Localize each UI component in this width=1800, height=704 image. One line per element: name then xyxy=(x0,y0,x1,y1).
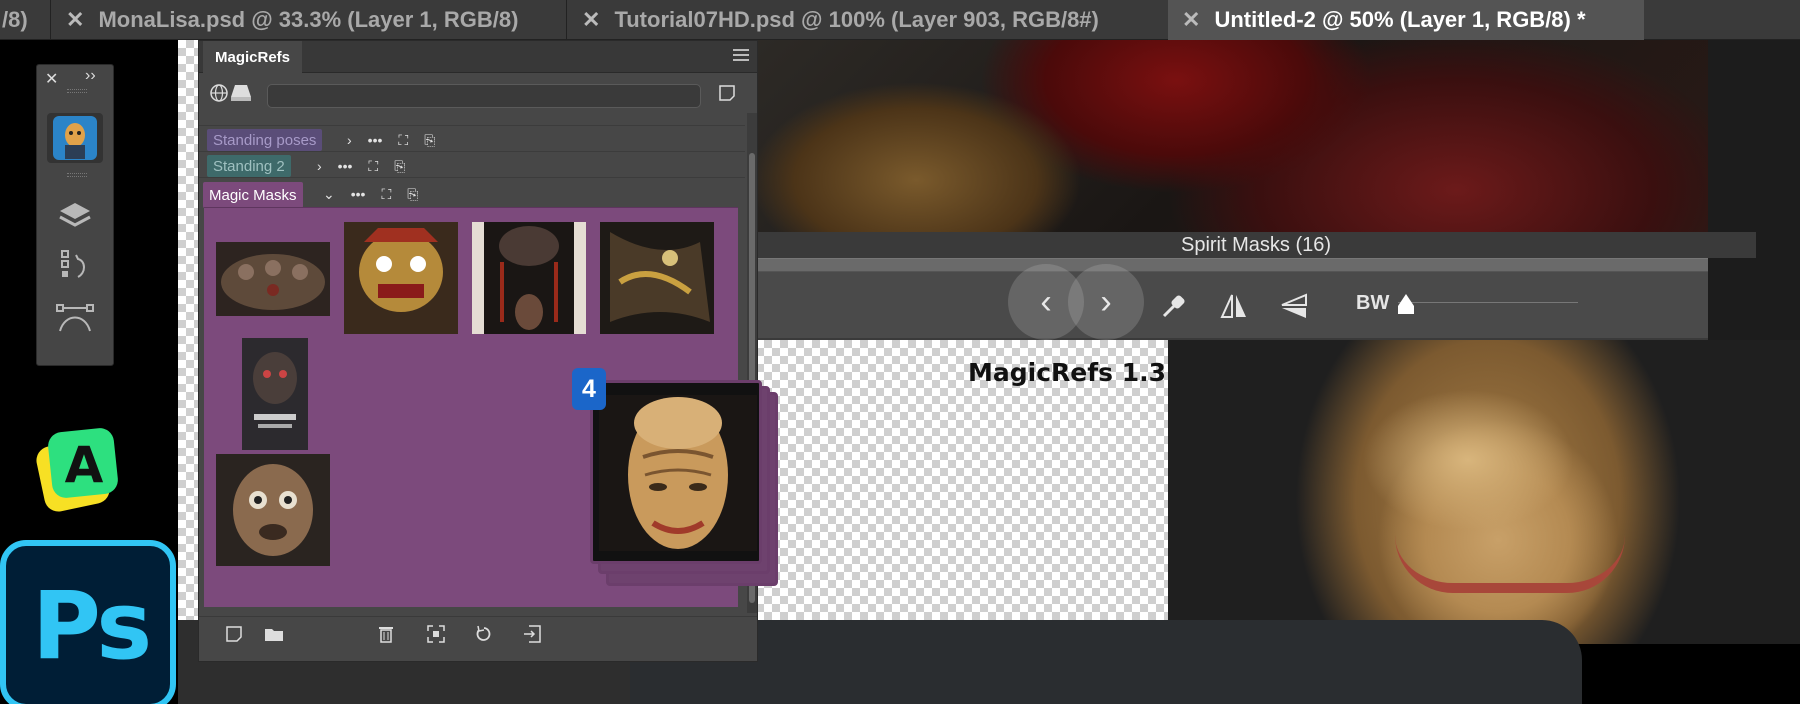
tab-label: /8) xyxy=(2,7,28,32)
drag-grip[interactable] xyxy=(67,173,87,177)
globe-icon[interactable] xyxy=(209,83,229,103)
chevron-left-icon: ‹ xyxy=(1040,282,1052,321)
collection-controls: ⌄ ••• ⛶ ⎘ xyxy=(323,184,418,204)
import-icon[interactable] xyxy=(521,624,543,644)
reference-image-top xyxy=(756,40,1708,236)
export-icon[interactable]: ⎘ xyxy=(394,158,405,175)
collection-controls: › ••• ⛶ ⎘ xyxy=(317,156,405,176)
tab-label: Tutorial07HD.psd @ 100% (Layer 903, RGB/… xyxy=(614,7,1099,32)
viewer-toolbar: ‹ › BW xyxy=(756,264,1708,340)
panel-footer-toolbar xyxy=(199,616,757,650)
close-icon[interactable]: ✕ xyxy=(582,7,600,33)
expand-icon[interactable]: ⛶ xyxy=(381,186,391,203)
layers-icon[interactable] xyxy=(47,191,103,241)
folder-icon[interactable] xyxy=(263,624,285,644)
drag-preview-stack xyxy=(590,380,790,586)
drag-grip[interactable] xyxy=(67,89,87,93)
collection-name[interactable]: Standing 2 xyxy=(207,155,291,177)
search-input[interactable] xyxy=(267,84,701,108)
collection-row-standing-poses[interactable]: Standing poses › ••• ⛶ ⎘ xyxy=(199,125,745,151)
bottom-dock-bar xyxy=(630,620,1582,704)
tab-monalisa[interactable]: ✕ MonaLisa.psd @ 33.3% (Layer 1, RGB/8) xyxy=(66,0,518,40)
panel-tab-bar: MagicRefs xyxy=(199,41,757,73)
chevron-down-icon[interactable]: ⌄ xyxy=(323,186,335,203)
panel-tab-magicrefs[interactable]: MagicRefs xyxy=(203,41,303,73)
collection-row-standing-2[interactable]: Standing 2 › ••• ⛶ ⎘ xyxy=(199,151,745,177)
chevron-right-icon[interactable]: › xyxy=(317,158,322,174)
refresh-icon[interactable] xyxy=(473,624,495,644)
thumbnail[interactable] xyxy=(242,338,308,450)
thumbnail[interactable] xyxy=(344,222,458,334)
pen-path-icon[interactable] xyxy=(47,293,103,343)
photoshop-icon[interactable]: Ps xyxy=(0,540,176,704)
tab-label: Untitled-2 @ 50% (Layer 1, RGB/8) * xyxy=(1214,7,1586,32)
collection-name[interactable]: Magic Masks xyxy=(203,182,303,208)
new-window-icon[interactable] xyxy=(719,85,735,101)
close-icon[interactable]: ✕ xyxy=(1182,7,1200,33)
more-icon[interactable]: ••• xyxy=(351,186,366,202)
next-button[interactable]: › xyxy=(1068,264,1144,340)
stack-card-front xyxy=(590,380,762,564)
tool-panel: ✕ ›› xyxy=(36,64,114,366)
export-icon[interactable]: ⎘ xyxy=(407,186,418,203)
history-icon[interactable] xyxy=(47,241,103,291)
viewer-title: Spirit Masks (16) xyxy=(756,232,1756,258)
flip-vertical-icon[interactable] xyxy=(1276,288,1312,324)
canvas-transparent-area xyxy=(178,40,198,620)
fit-icon[interactable] xyxy=(425,624,447,644)
new-item-icon[interactable] xyxy=(223,624,245,644)
expand-icon[interactable]: ⛶ xyxy=(368,158,378,175)
chevron-right-icon[interactable]: › xyxy=(347,132,352,148)
bw-label[interactable]: BW xyxy=(1356,292,1389,315)
more-icon[interactable]: ••• xyxy=(338,158,353,174)
avatar-icon[interactable] xyxy=(47,113,103,163)
face-smile-detail xyxy=(1395,535,1625,593)
tab-separator xyxy=(50,0,51,40)
eyedropper-icon[interactable] xyxy=(1156,288,1192,324)
tab-partial[interactable]: /8) xyxy=(2,0,28,40)
viewer-scroll-strip[interactable] xyxy=(756,258,1708,272)
collection-name[interactable]: Standing poses xyxy=(207,129,323,151)
tab-untitled-2[interactable]: ✕ Untitled-2 @ 50% (Layer 1, RGB/8) * xyxy=(1168,0,1644,40)
chevron-right-icon: › xyxy=(1100,282,1112,321)
reference-image-face xyxy=(1168,340,1800,644)
tab-tutorial07[interactable]: ✕ Tutorial07HD.psd @ 100% (Layer 903, RG… xyxy=(582,0,1099,40)
trash-icon[interactable] xyxy=(375,624,397,644)
thumbnail[interactable] xyxy=(472,222,586,334)
collapse-icon[interactable]: ›› xyxy=(85,67,96,85)
flip-horizontal-icon[interactable] xyxy=(1216,288,1252,324)
thumbnail[interactable] xyxy=(600,222,714,334)
app-a-icon[interactable]: A xyxy=(34,416,124,522)
mask-thumbnail xyxy=(599,395,757,551)
export-icon[interactable]: ⎘ xyxy=(424,132,435,149)
tab-label: MonaLisa.psd @ 33.3% (Layer 1, RGB/8) xyxy=(98,7,519,32)
collection-controls: › ••• ⛶ ⎘ xyxy=(347,130,435,150)
panel-menu-icon[interactable] xyxy=(733,49,749,61)
bw-slider-knob[interactable] xyxy=(1396,292,1416,316)
drag-count-badge: 4 xyxy=(572,368,606,410)
thumbnail[interactable] xyxy=(216,242,330,316)
app-a-label: A xyxy=(65,436,104,494)
canvas-text: MagicRefs 1.3 xyxy=(968,358,1166,387)
thumbnail[interactable] xyxy=(216,454,330,566)
collection-row-magic-masks[interactable]: Magic Masks ⌄ ••• ⛶ ⎘ xyxy=(199,177,745,208)
tab-separator xyxy=(566,0,567,40)
drive-icon[interactable] xyxy=(229,83,253,103)
more-icon[interactable]: ••• xyxy=(368,132,383,148)
close-icon[interactable]: ✕ xyxy=(66,7,84,33)
document-tab-bar: /8) ✕ MonaLisa.psd @ 33.3% (Layer 1, RGB… xyxy=(0,0,1800,40)
bw-slider-track[interactable] xyxy=(1398,302,1578,303)
close-icon[interactable]: ✕ xyxy=(45,69,58,89)
expand-icon[interactable]: ⛶ xyxy=(398,132,408,149)
ps-label: Ps xyxy=(32,572,152,681)
